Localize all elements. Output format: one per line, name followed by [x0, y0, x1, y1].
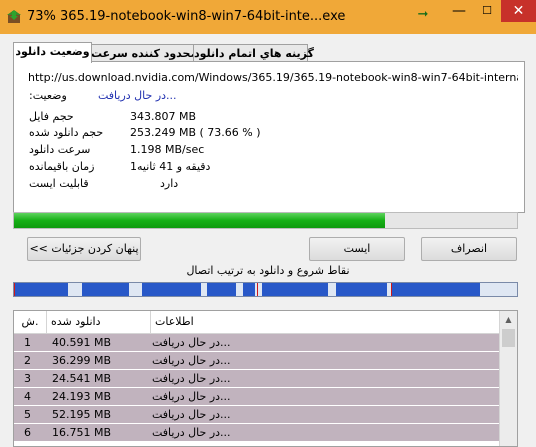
tab-completion-options[interactable]: گزينه هاي اتمام دانلود	[193, 44, 314, 62]
list-header: ش. دانلود شده اطلاعات	[14, 311, 500, 334]
time-left-value: 1دقيقه و 41 ثانيه	[130, 160, 211, 173]
scroll-up-icon[interactable]: ▲	[500, 311, 517, 328]
tab-speed-limiter[interactable]: محدود کننده سرعت	[90, 44, 197, 62]
downloaded-value: 253.249 MB ( 73.66 % )	[130, 126, 261, 139]
download-url: http://us.download.nvidia.com/Windows/36…	[28, 71, 518, 84]
connection-marker	[14, 283, 15, 296]
connection-marker	[391, 283, 392, 296]
row-info: در حال دريافت...	[152, 426, 231, 439]
row-info: در حال دريافت...	[152, 354, 231, 367]
pause-button[interactable]: ايست	[309, 237, 405, 261]
cancel-button[interactable]: انصراف	[421, 237, 517, 261]
window-body: وضعيت دانلود محدود کننده سرعت گزينه هاي …	[0, 34, 536, 447]
connection-segment	[82, 283, 129, 296]
list-item[interactable]: 5 52.195 MB در حال دريافت...	[14, 406, 500, 423]
row-downloaded: 24.193 MB	[52, 390, 112, 403]
list-item[interactable]: 2 36.299 MB در حال دريافت...	[14, 352, 500, 369]
row-info: در حال دريافت...	[152, 408, 231, 421]
row-number: 2	[24, 354, 31, 367]
list-item[interactable]: 3 24.541 MB در حال دريافت...	[14, 370, 500, 387]
connection-segment	[142, 283, 201, 296]
speed-label: سرعت دانلود	[29, 143, 91, 156]
close-button[interactable]: ✕	[501, 0, 536, 22]
connection-segment	[391, 283, 480, 296]
connection-segment	[336, 283, 387, 296]
status-label: :وضعيت	[29, 89, 67, 102]
status-value: در حال دريافت...	[98, 89, 177, 102]
hide-details-button[interactable]: << پنهان کردن جزئيات	[27, 237, 141, 261]
idm-app-icon	[7, 10, 21, 23]
row-number: 1	[24, 336, 31, 349]
row-downloaded: 52.195 MB	[52, 408, 112, 421]
connections-list: ش. دانلود شده اطلاعات 1 40.591 MB در حال…	[13, 310, 518, 447]
time-left-label: زمان باقيمانده	[29, 160, 95, 173]
resume-capability-label: قابليت ايست	[29, 177, 89, 190]
row-info: در حال دريافت...	[152, 390, 231, 403]
connection-segment	[14, 283, 68, 296]
connections-bar	[13, 282, 518, 297]
file-size-value: 343.807 MB	[130, 110, 197, 123]
connection-segment	[207, 283, 236, 296]
row-info: در حال دريافت...	[152, 372, 231, 385]
list-item[interactable]: 1 40.591 MB در حال دريافت...	[14, 334, 500, 351]
connection-marker	[257, 283, 258, 296]
row-downloaded: 24.541 MB	[52, 372, 112, 385]
tab-download-status[interactable]: وضعيت دانلود	[13, 42, 92, 63]
row-number: 4	[24, 390, 31, 403]
download-progress-bar	[13, 212, 518, 229]
row-number: 5	[24, 408, 31, 421]
column-number[interactable]: ش.	[14, 311, 47, 333]
row-downloaded: 40.591 MB	[52, 336, 112, 349]
progress-fill	[14, 213, 385, 228]
maximize-button[interactable]: ☐	[474, 0, 500, 22]
row-number: 3	[24, 372, 31, 385]
list-item[interactable]: 4 24.193 MB در حال دريافت...	[14, 388, 500, 405]
connection-segment	[243, 283, 255, 296]
resume-capability-value: دارد	[160, 177, 179, 190]
title-bar: 73% 365.19-notebook-win8-win7-64bit-inte…	[0, 0, 536, 35]
status-panel: http://us.download.nvidia.com/Windows/36…	[13, 61, 525, 213]
scroll-thumb[interactable]	[502, 329, 515, 347]
row-number: 6	[24, 426, 31, 439]
connection-segment	[262, 283, 328, 296]
window-title: 73% 365.19-notebook-win8-win7-64bit-inte…	[27, 9, 346, 24]
column-downloaded[interactable]: دانلود شده	[47, 311, 151, 333]
file-size-label: حجم فايل	[29, 110, 74, 123]
list-scrollbar[interactable]: ▲	[499, 311, 517, 446]
row-downloaded: 16.751 MB	[52, 426, 112, 439]
minimize-button[interactable]: —	[446, 0, 472, 22]
speed-arrow-icon[interactable]: ➞	[410, 4, 436, 26]
row-downloaded: 36.299 MB	[52, 354, 112, 367]
list-item[interactable]: 6 16.751 MB در حال دريافت...	[14, 424, 500, 441]
connections-label: نقاط شروع و دانلود به ترتيب اتصال	[186, 264, 350, 277]
row-info: در حال دريافت...	[152, 336, 231, 349]
column-info[interactable]: اطلاعات	[151, 311, 504, 333]
downloaded-label: حجم دانلود شده	[29, 126, 104, 139]
speed-value: 1.198 MB/sec	[130, 143, 205, 156]
